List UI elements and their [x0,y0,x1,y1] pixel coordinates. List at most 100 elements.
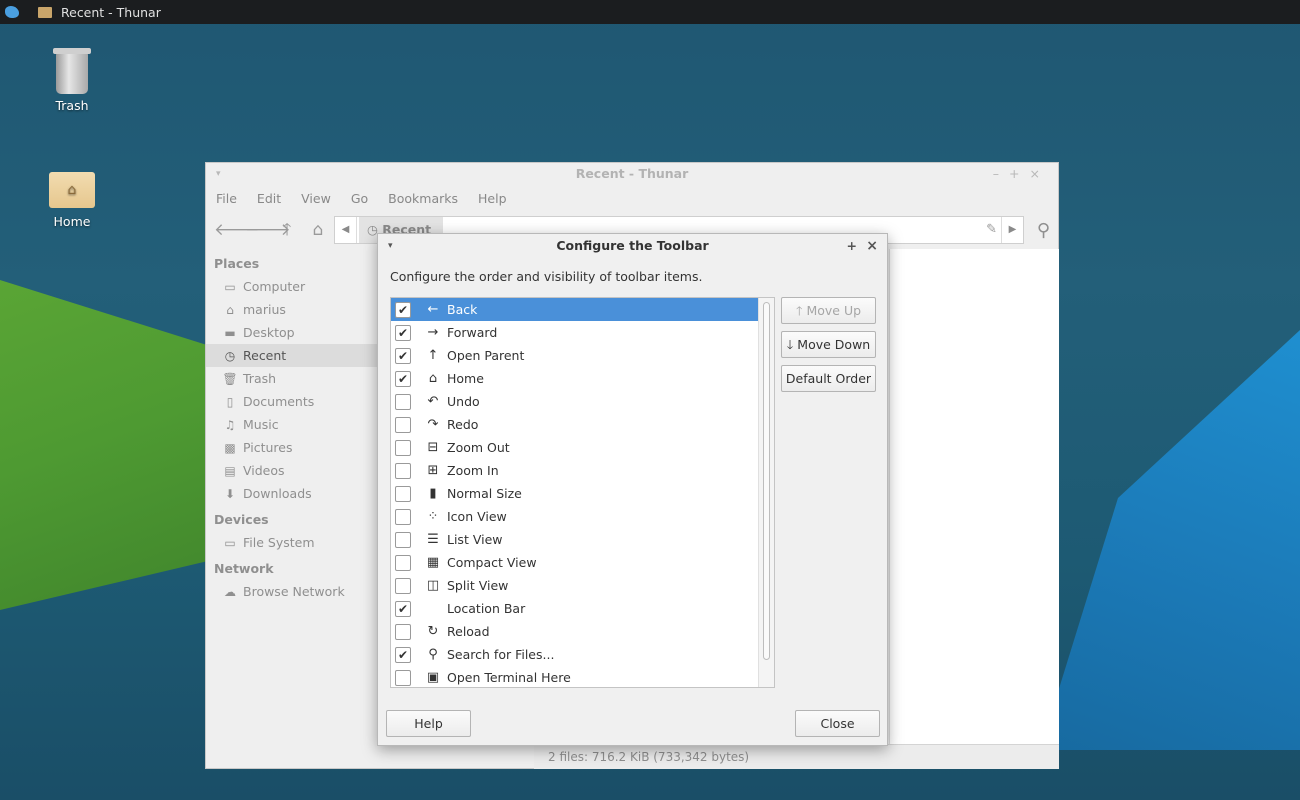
visibility-checkbox[interactable]: ✔ [395,600,411,617]
toolbar-item-row[interactable]: ✔ ← Back [391,298,774,321]
menu-view[interactable]: View [301,191,331,206]
thunar-titlebar[interactable]: ▾ Recent - Thunar –+× [206,163,1058,185]
toolbar-item-row[interactable]: ◫ Split View [391,574,774,597]
sidebar-item-documents[interactable]: ▯ Documents [206,390,378,413]
visibility-checkbox[interactable]: ✔ [395,324,411,341]
toolbar-item-row[interactable]: ✔ ↑ Open Parent [391,344,774,367]
visibility-checkbox[interactable] [395,554,411,571]
toolbar-item-row[interactable]: ✔ → Forward [391,321,774,344]
visibility-checkbox[interactable] [395,462,411,479]
window-menu-icon[interactable]: ▾ [216,163,221,185]
search-icon[interactable]: ⚲ [1037,220,1050,241]
wallpaper-blue-shape [1040,330,1300,750]
window-controls[interactable]: –+× [993,163,1050,185]
sidebar-item-label: Browse Network [243,584,345,599]
home-icon[interactable]: ⌂ [307,219,329,241]
toolbar-item-row[interactable]: ⁘ Icon View [391,505,774,528]
video-icon: ▤ [224,463,236,478]
visibility-checkbox[interactable] [395,508,411,525]
edit-pencil-icon[interactable]: ✎ [986,222,997,237]
toolbar-items-list[interactable]: ✔ ← Back ✔ → Forward ✔ ↑ Open Parent ✔ ⌂ Home ↶ Undo ↷… [390,297,775,688]
dialog-titlebar[interactable]: ▾ Configure the Toolbar + × [378,234,887,258]
window-menu-icon[interactable]: ▾ [388,234,393,258]
visibility-checkbox[interactable] [395,393,411,410]
desktop-trash[interactable]: Trash [27,48,117,113]
visibility-checkbox[interactable] [395,531,411,548]
toolbar-item-label: Zoom In [447,463,499,478]
sidebar-item-videos[interactable]: ▤ Videos [206,459,378,482]
file-view[interactable] [889,249,1059,744]
toolbar-item-row[interactable]: ▣ Open Terminal Here [391,666,774,687]
network-header: Network [214,561,274,576]
menu-file[interactable]: File [216,191,237,206]
reload-icon: ↻ [427,623,439,639]
list-scrollbar[interactable] [758,298,774,687]
toolbar-item-row[interactable]: ✔ ⌂ Home [391,367,774,390]
toolbar-item-row[interactable]: ↷ Redo [391,413,774,436]
up-arrow-icon[interactable]: 🡑 [276,219,298,241]
sidebar-item-marius[interactable]: ⌂ marius [206,298,378,321]
location-forward-icon[interactable]: ▶ [1001,217,1023,243]
toolbar-item-row[interactable]: ⊟ Zoom Out [391,436,774,459]
sidebar-item-recent[interactable]: ◷ Recent [206,344,378,367]
toolbar-item-row[interactable]: ▮ Normal Size [391,482,774,505]
toolbar-item-row[interactable]: ▦ Compact View [391,551,774,574]
sidebar-item-computer[interactable]: ▭ Computer [206,275,378,298]
pin-icon[interactable]: + [847,234,857,258]
scrollbar-thumb[interactable] [763,302,770,660]
configure-toolbar-dialog: ▾ Configure the Toolbar + × Configure th… [377,233,888,746]
close-button[interactable]: Close [795,710,880,737]
toolbar-item-label: List View [447,532,503,547]
sidebar-item-pictures[interactable]: ▩ Pictures [206,436,378,459]
cloud-icon: ☁ [224,584,236,599]
zoom-in-icon: ⊞ [427,462,439,478]
menu-go[interactable]: Go [351,191,368,206]
dialog-title: Configure the Toolbar [556,238,709,253]
location-back-icon[interactable]: ◀ [335,217,357,243]
toolbar-item-row[interactable]: ☰ List View [391,528,774,551]
menu-help[interactable]: Help [478,191,507,206]
sidebar-item-file-system[interactable]: ▭ File System [206,531,378,554]
move-up-button[interactable]: 🡑 Move Up [781,297,876,324]
visibility-checkbox[interactable] [395,577,411,594]
undo-icon: ↶ [427,393,439,409]
sidebar: Places ▭ Computer ⌂ marius ▬ Desktop ◷ Recent 🗑 Tr… [206,249,378,769]
visibility-checkbox[interactable]: ✔ [395,301,411,318]
music-icon: ♫ [224,417,236,432]
home-icon: ⌂ [226,302,234,317]
xfce-menu-icon[interactable] [0,0,24,24]
move-down-button[interactable]: 🡓 Move Down [781,331,876,358]
toolbar-item-row[interactable]: ↻ Reload [391,620,774,643]
visibility-checkbox[interactable] [395,485,411,502]
taskbar-label: Recent - Thunar [61,4,161,20]
default-order-button[interactable]: Default Order [781,365,876,392]
visibility-checkbox[interactable]: ✔ [395,347,411,364]
visibility-checkbox[interactable] [395,669,411,686]
places-header: Places [214,256,260,271]
visibility-checkbox[interactable] [395,416,411,433]
compact-view-icon: ▦ [426,554,440,570]
visibility-checkbox[interactable] [395,439,411,456]
sidebar-item-trash[interactable]: 🗑 Trash [206,367,378,390]
visibility-checkbox[interactable]: ✔ [395,646,411,663]
sidebar-item-browse-network[interactable]: ☁ Browse Network [206,580,378,603]
menu-edit[interactable]: Edit [257,191,281,206]
taskbar-button[interactable]: Recent - Thunar [38,5,161,20]
sidebar-item-desktop[interactable]: ▬ Desktop [206,321,378,344]
desktop-home[interactable]: ⌂ Home [27,172,117,229]
forward-arrow-icon[interactable]: 🡒 [245,219,291,241]
menu-bookmarks[interactable]: Bookmarks [388,191,458,206]
sidebar-item-downloads[interactable]: ⬇ Downloads [206,482,378,505]
toolbar-item-row[interactable]: ✔ ⚲ Search for Files... [391,643,774,666]
help-button[interactable]: Help [386,710,471,737]
toolbar-item-row[interactable]: ↶ Undo [391,390,774,413]
top-panel: Recent - Thunar [0,0,1300,24]
visibility-checkbox[interactable]: ✔ [395,370,411,387]
close-icon[interactable]: × [866,234,878,258]
toolbar-item-row[interactable]: ⊞ Zoom In [391,459,774,482]
menubar: File Edit View Go Bookmarks Help [206,185,1058,211]
visibility-checkbox[interactable] [395,623,411,640]
toolbar-item-row[interactable]: ✔ Location Bar [391,597,774,620]
back-arrow-icon[interactable]: 🡐 [214,219,260,241]
sidebar-item-music[interactable]: ♫ Music [206,413,378,436]
